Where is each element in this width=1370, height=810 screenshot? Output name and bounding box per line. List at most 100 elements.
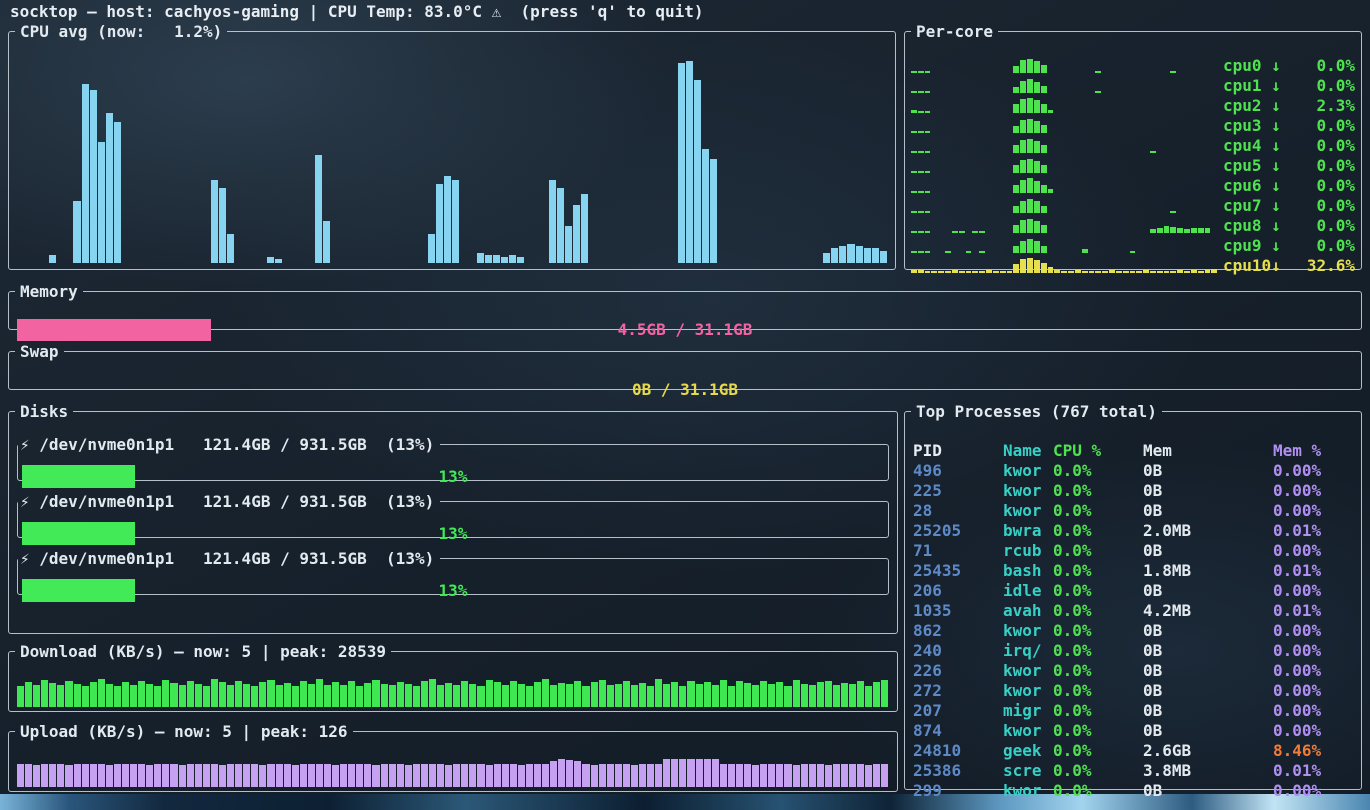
core-usage-value: 0.0% [1299, 236, 1355, 255]
download-history-bar [793, 680, 800, 707]
core-history-bar [1061, 271, 1067, 273]
core-history-bar [1170, 271, 1176, 273]
cpu-history-bar [557, 188, 564, 263]
core-history-bar [1095, 91, 1101, 93]
download-history-bar [809, 685, 816, 707]
download-history-bar [550, 685, 557, 707]
core-history-bar [1034, 100, 1040, 113]
core-history-bar [918, 111, 924, 113]
core-label: cpu5 ↓ [1223, 156, 1299, 175]
cpu-cell: 0.0% [1053, 541, 1143, 561]
mem-pct-cell: 0.00% [1273, 641, 1353, 661]
download-history-bar [429, 679, 436, 707]
core-row: cpu4 ↓0.0% [911, 135, 1355, 155]
core-history-chart [911, 137, 1217, 153]
core-history-bar [1157, 228, 1163, 233]
mem-cell: 0B [1143, 621, 1273, 641]
core-history-bar [979, 271, 985, 273]
cpu-avg-panel: CPU avg (now: 1.2%) [8, 22, 896, 270]
upload-history-bar [744, 764, 751, 787]
core-history-bar [918, 211, 924, 213]
core-history-bar [1130, 271, 1136, 273]
core-usage-value: 0.0% [1299, 76, 1355, 95]
core-history-bar [1177, 270, 1183, 273]
upload-history-bar [542, 764, 549, 787]
download-history-bar [881, 680, 888, 707]
pid-cell: 862 [913, 621, 1003, 641]
download-history-bar [33, 685, 40, 708]
core-history-bar [1123, 271, 1129, 273]
download-history-bar [526, 686, 533, 707]
download-history-bar [74, 684, 81, 707]
download-history-bar [138, 681, 145, 707]
cpu-cell: 0.0% [1053, 461, 1143, 481]
swap-panel: Swap 0B / 31.1GB [8, 342, 1362, 390]
process-row: 225kwor0.0%0B0.00% [905, 481, 1361, 501]
upload-history-bar [534, 764, 541, 787]
download-history-bar [873, 682, 880, 707]
core-history-bar [1027, 159, 1033, 173]
core-history-bar [1034, 82, 1040, 93]
download-history-bar [203, 686, 210, 707]
column-header-mem: Mem [1143, 441, 1273, 461]
disk-list: ⚡ /dev/nvme0n1p1 121.4GB / 931.5GB (13%)… [17, 435, 889, 606]
core-history-bar [1041, 246, 1047, 253]
upload-history-bar [582, 764, 589, 787]
core-history-bar [1150, 271, 1156, 273]
cpu-history-bar [509, 255, 516, 263]
core-label: cpu6 ↓ [1223, 176, 1299, 195]
download-history-bar [397, 682, 404, 707]
upload-history-bar [687, 759, 694, 788]
core-history-bar [925, 191, 931, 193]
download-history-bar [566, 684, 573, 707]
upload-history-bar [267, 764, 274, 787]
core-usage-value: 0.0% [1299, 176, 1355, 195]
pid-cell: 240 [913, 641, 1003, 661]
pid-cell: 874 [913, 721, 1003, 741]
download-history-bar [251, 686, 258, 707]
cpu-cell: 0.0% [1053, 661, 1143, 681]
core-usage-value: 0.0% [1299, 116, 1355, 135]
download-history-bar [801, 684, 808, 707]
core-history-bar [1184, 271, 1190, 273]
mem-pct-cell: 0.01% [1273, 521, 1353, 541]
core-history-bar [1164, 226, 1170, 233]
cpu-history-bar [106, 113, 113, 263]
download-history-bar [720, 680, 727, 707]
upload-history-bar [574, 761, 581, 787]
upload-history-bar [526, 764, 533, 787]
mem-cell: 2.0MB [1143, 521, 1273, 541]
download-history-bar [308, 684, 315, 707]
process-row: 207migr0.0%0B0.00% [905, 701, 1361, 721]
pid-cell: 272 [913, 681, 1003, 701]
pid-cell: 24810 [913, 741, 1003, 761]
core-history-bar [925, 111, 931, 113]
cpu-cell: 0.0% [1053, 641, 1143, 661]
core-history-bar [1198, 271, 1204, 273]
core-history-bar [952, 270, 958, 273]
core-history-bar [1020, 99, 1026, 113]
upload-history-bar [720, 764, 727, 787]
cpu-avg-title: CPU avg (now: 1.2%) [15, 22, 227, 41]
mem-cell: 1.8MB [1143, 561, 1273, 581]
download-history-bar [865, 686, 872, 707]
core-history-bar [1007, 271, 1013, 273]
upload-history-bar [494, 764, 501, 787]
core-history-bar [952, 231, 958, 233]
core-history-bar [918, 270, 924, 273]
download-history-bar [768, 684, 775, 707]
core-label: cpu7 ↓ [1223, 196, 1299, 215]
core-history-bar [1027, 79, 1033, 93]
download-history-bar [679, 686, 686, 707]
per-core-rows: cpu0 ↓0.0%cpu1 ↓0.0%cpu2 ↓2.3%cpu3 ↓0.0%… [911, 55, 1355, 265]
download-history-bar [558, 683, 565, 707]
cpu-history-bar [493, 255, 500, 263]
mem-pct-cell: 0.01% [1273, 601, 1353, 621]
upload-history-bar [461, 764, 468, 787]
core-history-bar [925, 171, 931, 173]
process-row: 206idle0.0%0B0.00% [905, 581, 1361, 601]
core-row: cpu3 ↓0.0% [911, 115, 1355, 135]
upload-history-bar [776, 764, 783, 787]
mem-cell: 0B [1143, 501, 1273, 521]
core-history-bar [918, 251, 924, 253]
